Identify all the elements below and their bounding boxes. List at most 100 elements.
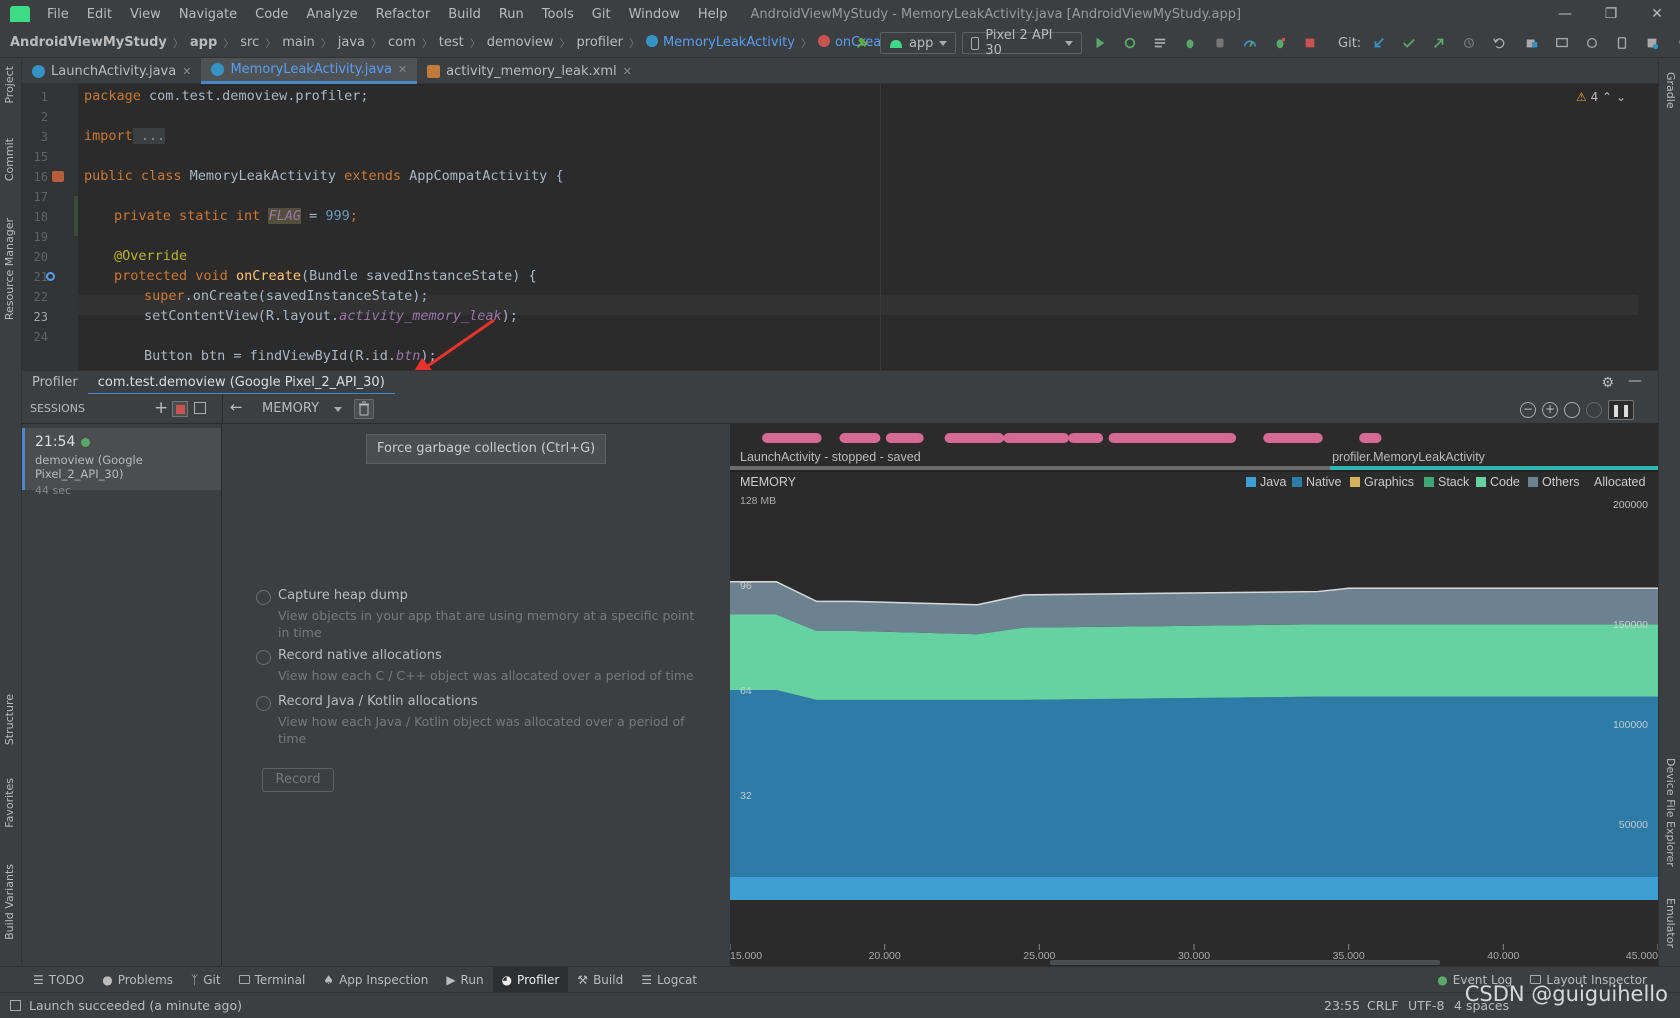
menu-help[interactable]: Help: [689, 7, 737, 22]
chevron-up-icon[interactable]: ⌃: [1602, 90, 1612, 104]
menu-code[interactable]: Code: [246, 7, 297, 22]
pause-live-button[interactable]: ❚❚: [1608, 400, 1634, 420]
close-icon[interactable]: ✕: [398, 63, 407, 76]
memory-timeline-panel[interactable]: LaunchActivity - stopped - saved profile…: [729, 424, 1659, 966]
session-item[interactable]: 21:54 demoview (Google Pixel_2_API_30) 4…: [22, 428, 221, 497]
tool-structure[interactable]: Structure: [3, 694, 16, 745]
implements-marker-icon[interactable]: [46, 272, 55, 281]
git-commit-icon[interactable]: [1402, 35, 1416, 51]
run-config-select[interactable]: app: [879, 32, 957, 54]
record-native-allocations-option[interactable]: Record native allocations View how each …: [256, 648, 716, 688]
timeline-scrollbar[interactable]: [1050, 960, 1440, 965]
status-toggle-icon[interactable]: [10, 1000, 21, 1011]
tab-memory-leak-activity[interactable]: MemoryLeakActivity.java ✕: [201, 58, 418, 84]
profile-icon[interactable]: [1243, 35, 1257, 51]
menu-tools[interactable]: Tools: [533, 7, 583, 22]
sdk-manager-icon[interactable]: [1645, 35, 1659, 51]
menu-run[interactable]: Run: [490, 7, 533, 22]
profiler-select-label[interactable]: MEMORY: [262, 401, 319, 416]
menu-edit[interactable]: Edit: [78, 7, 121, 22]
line-separator[interactable]: CRLF: [1367, 998, 1399, 1013]
menu-git[interactable]: Git: [583, 7, 620, 22]
apply-changes-icon[interactable]: [1123, 35, 1137, 51]
breadcrumb-project[interactable]: AndroidViewMyStudy: [0, 35, 171, 50]
git-history-icon[interactable]: [1462, 35, 1476, 51]
back-arrow-icon[interactable]: ←: [230, 398, 243, 416]
tool-device-file-explorer[interactable]: Device File Explorer: [1664, 758, 1677, 867]
menu-navigate[interactable]: Navigate: [170, 7, 246, 22]
tool-profiler[interactable]: ◕ Profiler: [492, 966, 569, 993]
force-gc-button[interactable]: [354, 399, 374, 419]
tool-todo[interactable]: ☰ TODO: [24, 967, 93, 993]
file-encoding[interactable]: UTF-8: [1408, 998, 1444, 1013]
stop-session-button[interactable]: [172, 401, 188, 417]
code-editor[interactable]: 1 2 3 15 16 17 18 19 20 21 22 23 24 pack…: [22, 84, 1658, 370]
breadcrumb-class[interactable]: MemoryLeakActivity: [642, 35, 799, 50]
attach-process-icon[interactable]: [1273, 35, 1287, 51]
chevron-down-icon[interactable]: ⌄: [1616, 90, 1626, 104]
profiler-process-tab[interactable]: com.test.demoview (Google Pixel_2_API_30…: [87, 371, 395, 395]
tab-launch-activity[interactable]: LaunchActivity.java ✕: [22, 58, 201, 84]
radio-button[interactable]: [256, 650, 271, 665]
tool-gradle[interactable]: Gradle: [1664, 72, 1677, 109]
stop-icon[interactable]: [1303, 35, 1317, 51]
breadcrumb-com[interactable]: com: [384, 35, 420, 50]
menu-window[interactable]: Window: [620, 7, 689, 22]
menu-view[interactable]: View: [121, 7, 170, 22]
breadcrumb-main[interactable]: main: [278, 35, 318, 50]
tool-run[interactable]: ▶ Run: [437, 967, 492, 993]
breadcrumb-demoview[interactable]: demoview: [483, 35, 558, 50]
tool-problems[interactable]: ● Problems: [93, 967, 182, 993]
zoom-in-icon[interactable]: +: [1542, 402, 1558, 418]
tool-project[interactable]: Project: [3, 66, 16, 104]
breadcrumb-profiler[interactable]: profiler: [573, 35, 627, 50]
breadcrumb-src[interactable]: src: [236, 35, 263, 50]
git-push-icon[interactable]: [1432, 35, 1446, 51]
coverage-icon[interactable]: [1153, 35, 1167, 51]
tool-emulator[interactable]: Emulator: [1664, 898, 1677, 948]
override-marker-icon[interactable]: [52, 171, 64, 182]
close-icon[interactable]: ✕: [182, 65, 191, 78]
breadcrumb-test[interactable]: test: [435, 35, 468, 50]
breadcrumb-module[interactable]: app: [186, 35, 221, 50]
menu-file[interactable]: File: [38, 7, 78, 22]
profiler-title[interactable]: Profiler: [22, 371, 88, 395]
avd-manager-icon[interactable]: [1555, 35, 1569, 51]
sync-gradle-icon[interactable]: [1585, 35, 1599, 51]
tool-terminal[interactable]: Terminal: [230, 967, 315, 993]
record-java-kotlin-allocations-option[interactable]: Record Java / Kotlin allocations View ho…: [256, 694, 716, 746]
chevron-down-icon[interactable]: [334, 407, 342, 412]
tool-build[interactable]: ⚒ Build: [568, 967, 632, 993]
device-manager-icon[interactable]: [1615, 35, 1629, 51]
breadcrumb-java[interactable]: java: [334, 35, 369, 50]
radio-button[interactable]: [256, 696, 271, 711]
tool-git[interactable]: ᛉ Git: [182, 967, 230, 993]
git-update-icon[interactable]: [1372, 35, 1386, 51]
tool-logcat[interactable]: ☰ Logcat: [632, 967, 706, 993]
device-select[interactable]: Pixel 2 API 30: [962, 28, 1083, 58]
tool-commit[interactable]: Commit: [3, 138, 16, 181]
radio-button[interactable]: [256, 590, 271, 605]
zoom-to-selection-icon[interactable]: [1586, 402, 1602, 418]
restore-icon[interactable]: ❐: [1588, 0, 1634, 28]
attach-debugger-icon[interactable]: [1213, 35, 1227, 51]
gear-icon[interactable]: ⚙: [1601, 375, 1614, 391]
tool-resource-manager[interactable]: Resource Manager: [3, 218, 16, 320]
add-session-icon[interactable]: +: [154, 398, 168, 418]
hide-icon[interactable]: —: [1628, 373, 1642, 389]
inspection-widget[interactable]: ⚠ 4 ⌃ ⌄: [1576, 90, 1626, 104]
tool-build-variants[interactable]: Build Variants: [3, 864, 16, 940]
debug-icon[interactable]: [1183, 35, 1197, 51]
minimize-icon[interactable]: —: [1542, 0, 1588, 28]
project-structure-icon[interactable]: [1525, 35, 1539, 51]
record-button[interactable]: Record: [262, 768, 334, 792]
menu-refactor[interactable]: Refactor: [367, 7, 440, 22]
menu-analyze[interactable]: Analyze: [297, 7, 366, 22]
close-icon[interactable]: ✕: [623, 65, 632, 78]
memory-chart[interactable]: LaunchActivity - stopped - saved profile…: [729, 424, 1659, 966]
reset-zoom-icon[interactable]: [1564, 402, 1580, 418]
collapse-sessions-icon[interactable]: [194, 402, 206, 414]
rollback-icon[interactable]: [1492, 35, 1506, 51]
tab-activity-memory-leak-xml[interactable]: activity_memory_leak.xml ✕: [417, 58, 642, 84]
run-icon[interactable]: [1093, 35, 1107, 51]
